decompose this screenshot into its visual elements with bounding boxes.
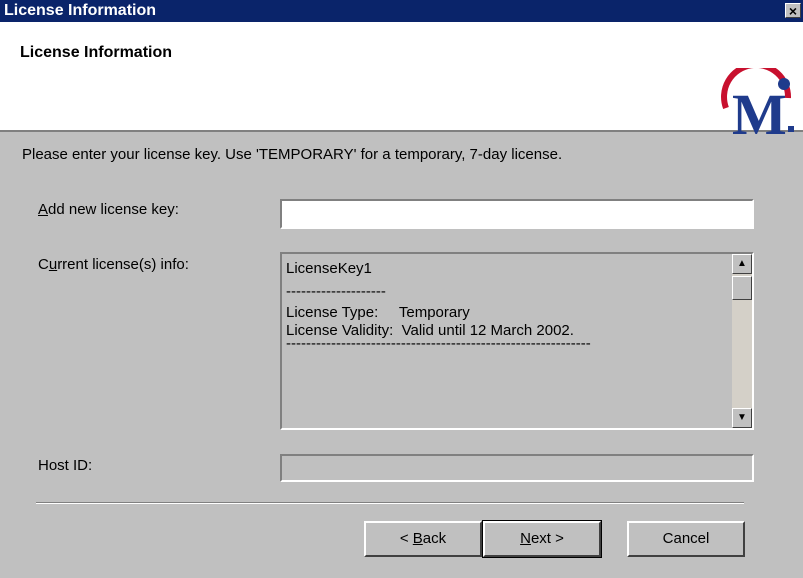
title-bar: License Information × <box>0 0 803 22</box>
window-title: License Information <box>4 2 157 19</box>
logo-letter: M <box>732 82 787 140</box>
current-license-label: Current license(s) info: <box>38 256 189 273</box>
mercury-logo: M <box>721 68 794 140</box>
license-info-content: LicenseKey1 -------------------- License… <box>286 260 591 352</box>
page-heading: License Information <box>20 44 173 61</box>
header-panel: License Information M <box>0 22 803 140</box>
add-key-label: Add new license key: <box>38 201 179 218</box>
license-type-line: License Type: Temporary <box>286 304 470 321</box>
host-id-field <box>280 454 754 482</box>
instruction-text: Please enter your license key. Use 'TEMP… <box>22 146 563 163</box>
scroll-down-button[interactable]: ▼ <box>732 408 752 428</box>
vertical-scrollbar[interactable]: ▲ ▼ <box>732 254 752 428</box>
separator <box>36 502 744 504</box>
host-id-label: Host ID: <box>38 457 93 474</box>
divider-line: -------------------- <box>286 283 386 300</box>
license-info-list[interactable]: LicenseKey1 -------------------- License… <box>280 252 754 430</box>
license-key-input[interactable] <box>280 199 754 229</box>
close-button[interactable]: × <box>785 3 801 18</box>
back-button[interactable]: < Back <box>364 521 482 557</box>
cancel-button[interactable]: Cancel <box>627 521 745 557</box>
scroll-up-button[interactable]: ▲ <box>732 254 752 274</box>
next-button[interactable]: Next > <box>482 520 602 558</box>
divider-line: ----------------------------------------… <box>286 335 591 352</box>
scroll-thumb[interactable] <box>732 276 752 300</box>
